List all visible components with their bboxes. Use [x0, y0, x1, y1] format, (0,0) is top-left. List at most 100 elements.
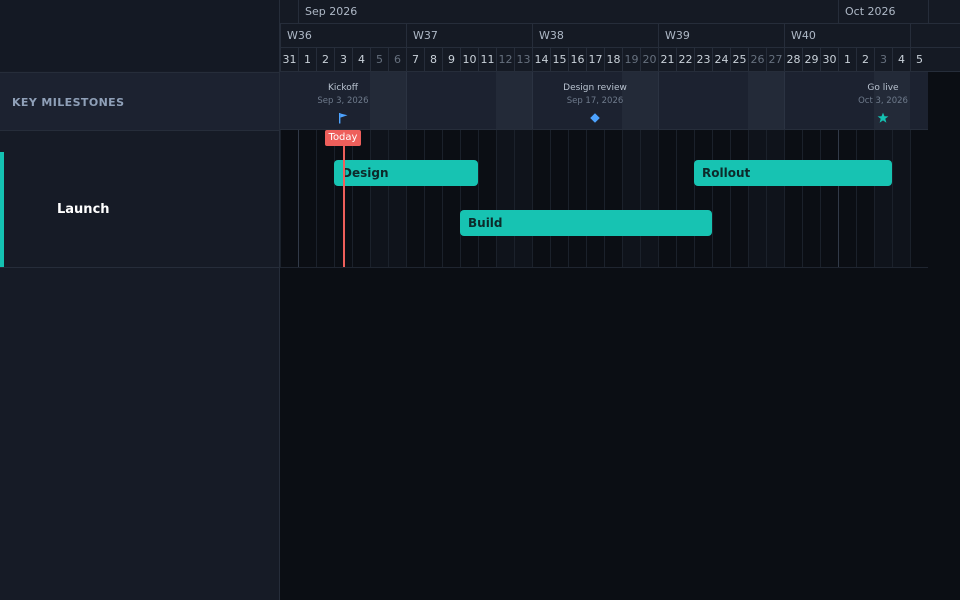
grid-line	[352, 130, 353, 267]
task-grid: Design Build Rollout	[280, 130, 928, 268]
grid-line	[550, 130, 551, 267]
today-marker-line	[343, 130, 345, 267]
milestone-title: Kickoff	[328, 83, 358, 93]
milestone-date: Sep 3, 2026	[317, 96, 369, 106]
milestone-title: Design review	[563, 83, 627, 93]
week-cell: W36	[280, 24, 406, 47]
task-label: Build	[468, 216, 503, 230]
grid-line	[388, 130, 389, 267]
grid-line	[838, 130, 839, 267]
grid-line	[496, 130, 497, 267]
week-label: W37	[413, 29, 438, 42]
day-cell: 31	[280, 48, 298, 71]
day-cell: 11	[478, 48, 496, 71]
day-cell: 22	[676, 48, 694, 71]
week-separator	[406, 72, 407, 129]
flag-icon[interactable]	[337, 112, 349, 124]
timeline[interactable]: Sep 2026 Oct 2026 W36 W37 W38 W39 W40 31…	[280, 0, 960, 600]
header-corner	[0, 0, 279, 71]
week-cell: W37	[406, 24, 532, 47]
day-cell: 2	[856, 48, 874, 71]
group-name[interactable]: Launch	[57, 202, 110, 217]
day-cell: 12	[496, 48, 514, 71]
day-cell: 26	[748, 48, 766, 71]
day-cell: 17	[586, 48, 604, 71]
weekend-shade	[748, 72, 784, 129]
task-bar-build[interactable]: Build	[460, 210, 712, 236]
day-cell: 18	[604, 48, 622, 71]
grid-line	[874, 130, 875, 267]
day-cell: 10	[460, 48, 478, 71]
grid-line	[640, 130, 641, 267]
grid-line	[892, 130, 893, 267]
grid-line	[334, 130, 335, 267]
grid-line	[856, 130, 857, 267]
group-row-launch[interactable]: Launch	[0, 130, 279, 268]
week-label: W40	[791, 29, 816, 42]
group-accent	[0, 152, 4, 267]
day-cell: 4	[352, 48, 370, 71]
grid-line	[424, 130, 425, 267]
day-cell: 16	[568, 48, 586, 71]
week-header: W36 W37 W38 W39 W40	[280, 24, 960, 48]
week-label: W38	[539, 29, 564, 42]
day-cell: 25	[730, 48, 748, 71]
star-icon[interactable]	[877, 112, 889, 124]
weekend-shade	[496, 72, 532, 129]
grid-line	[622, 130, 623, 267]
grid-line	[784, 130, 785, 267]
week-label: W39	[665, 29, 690, 42]
grid-line	[568, 130, 569, 267]
milestone-date: Sep 17, 2026	[566, 96, 624, 106]
month-label: Sep 2026	[305, 5, 358, 18]
day-cell: 6	[388, 48, 406, 71]
day-cell: 4	[892, 48, 910, 71]
grid-line	[280, 130, 281, 267]
grid-line	[676, 130, 677, 267]
grid-line	[514, 130, 515, 267]
week-cell: W38	[532, 24, 658, 47]
grid-line	[820, 130, 821, 267]
grid-line	[712, 130, 713, 267]
task-bar-rollout[interactable]: Rollout	[694, 160, 892, 186]
grid-line	[748, 130, 749, 267]
grid-line	[910, 130, 911, 267]
task-label: Design	[342, 166, 389, 180]
month-label: Oct 2026	[845, 5, 896, 18]
milestones-row-label: KEY MILESTONES	[0, 72, 279, 131]
day-cell: 20	[640, 48, 658, 71]
today-badge[interactable]: Today	[325, 130, 361, 146]
milestones-band: Kickoff Sep 3, 2026 Design review Sep 17…	[280, 72, 928, 130]
grid-line	[586, 130, 587, 267]
day-cell: 1	[298, 48, 316, 71]
grid-line	[766, 130, 767, 267]
grid-line	[442, 130, 443, 267]
grid-line	[370, 130, 371, 267]
day-cell: 19	[622, 48, 640, 71]
milestone-title: Go live	[867, 83, 899, 93]
grid-line	[730, 130, 731, 267]
day-cell: 8	[424, 48, 442, 71]
week-cell: W39	[658, 24, 784, 47]
day-cell: 13	[514, 48, 532, 71]
diamond-icon[interactable]	[589, 112, 601, 124]
day-cell: 2	[316, 48, 334, 71]
milestone-date: Oct 3, 2026	[858, 96, 908, 106]
day-cell: 5	[910, 48, 928, 71]
grid-line	[298, 130, 299, 267]
month-cell: Sep 2026	[298, 0, 838, 23]
milestones-label: KEY MILESTONES	[12, 96, 125, 109]
day-cell: 14	[532, 48, 550, 71]
day-header: 31 1 2 3 4 5 6 7 8 9 10 11 12 13 14 15 16 17 18 19 20 21 22 23 2…	[280, 48, 960, 72]
day-cell: 21	[658, 48, 676, 71]
day-cell: 28	[784, 48, 802, 71]
day-cell: 3	[334, 48, 352, 71]
month-header: Sep 2026 Oct 2026	[280, 0, 960, 24]
grid-line	[406, 130, 407, 267]
day-cell: 9	[442, 48, 460, 71]
grid-line	[316, 130, 317, 267]
task-bar-design[interactable]: Design	[334, 160, 478, 186]
day-cell: 30	[820, 48, 838, 71]
week-cell-partial	[910, 24, 928, 47]
day-cell: 27	[766, 48, 784, 71]
